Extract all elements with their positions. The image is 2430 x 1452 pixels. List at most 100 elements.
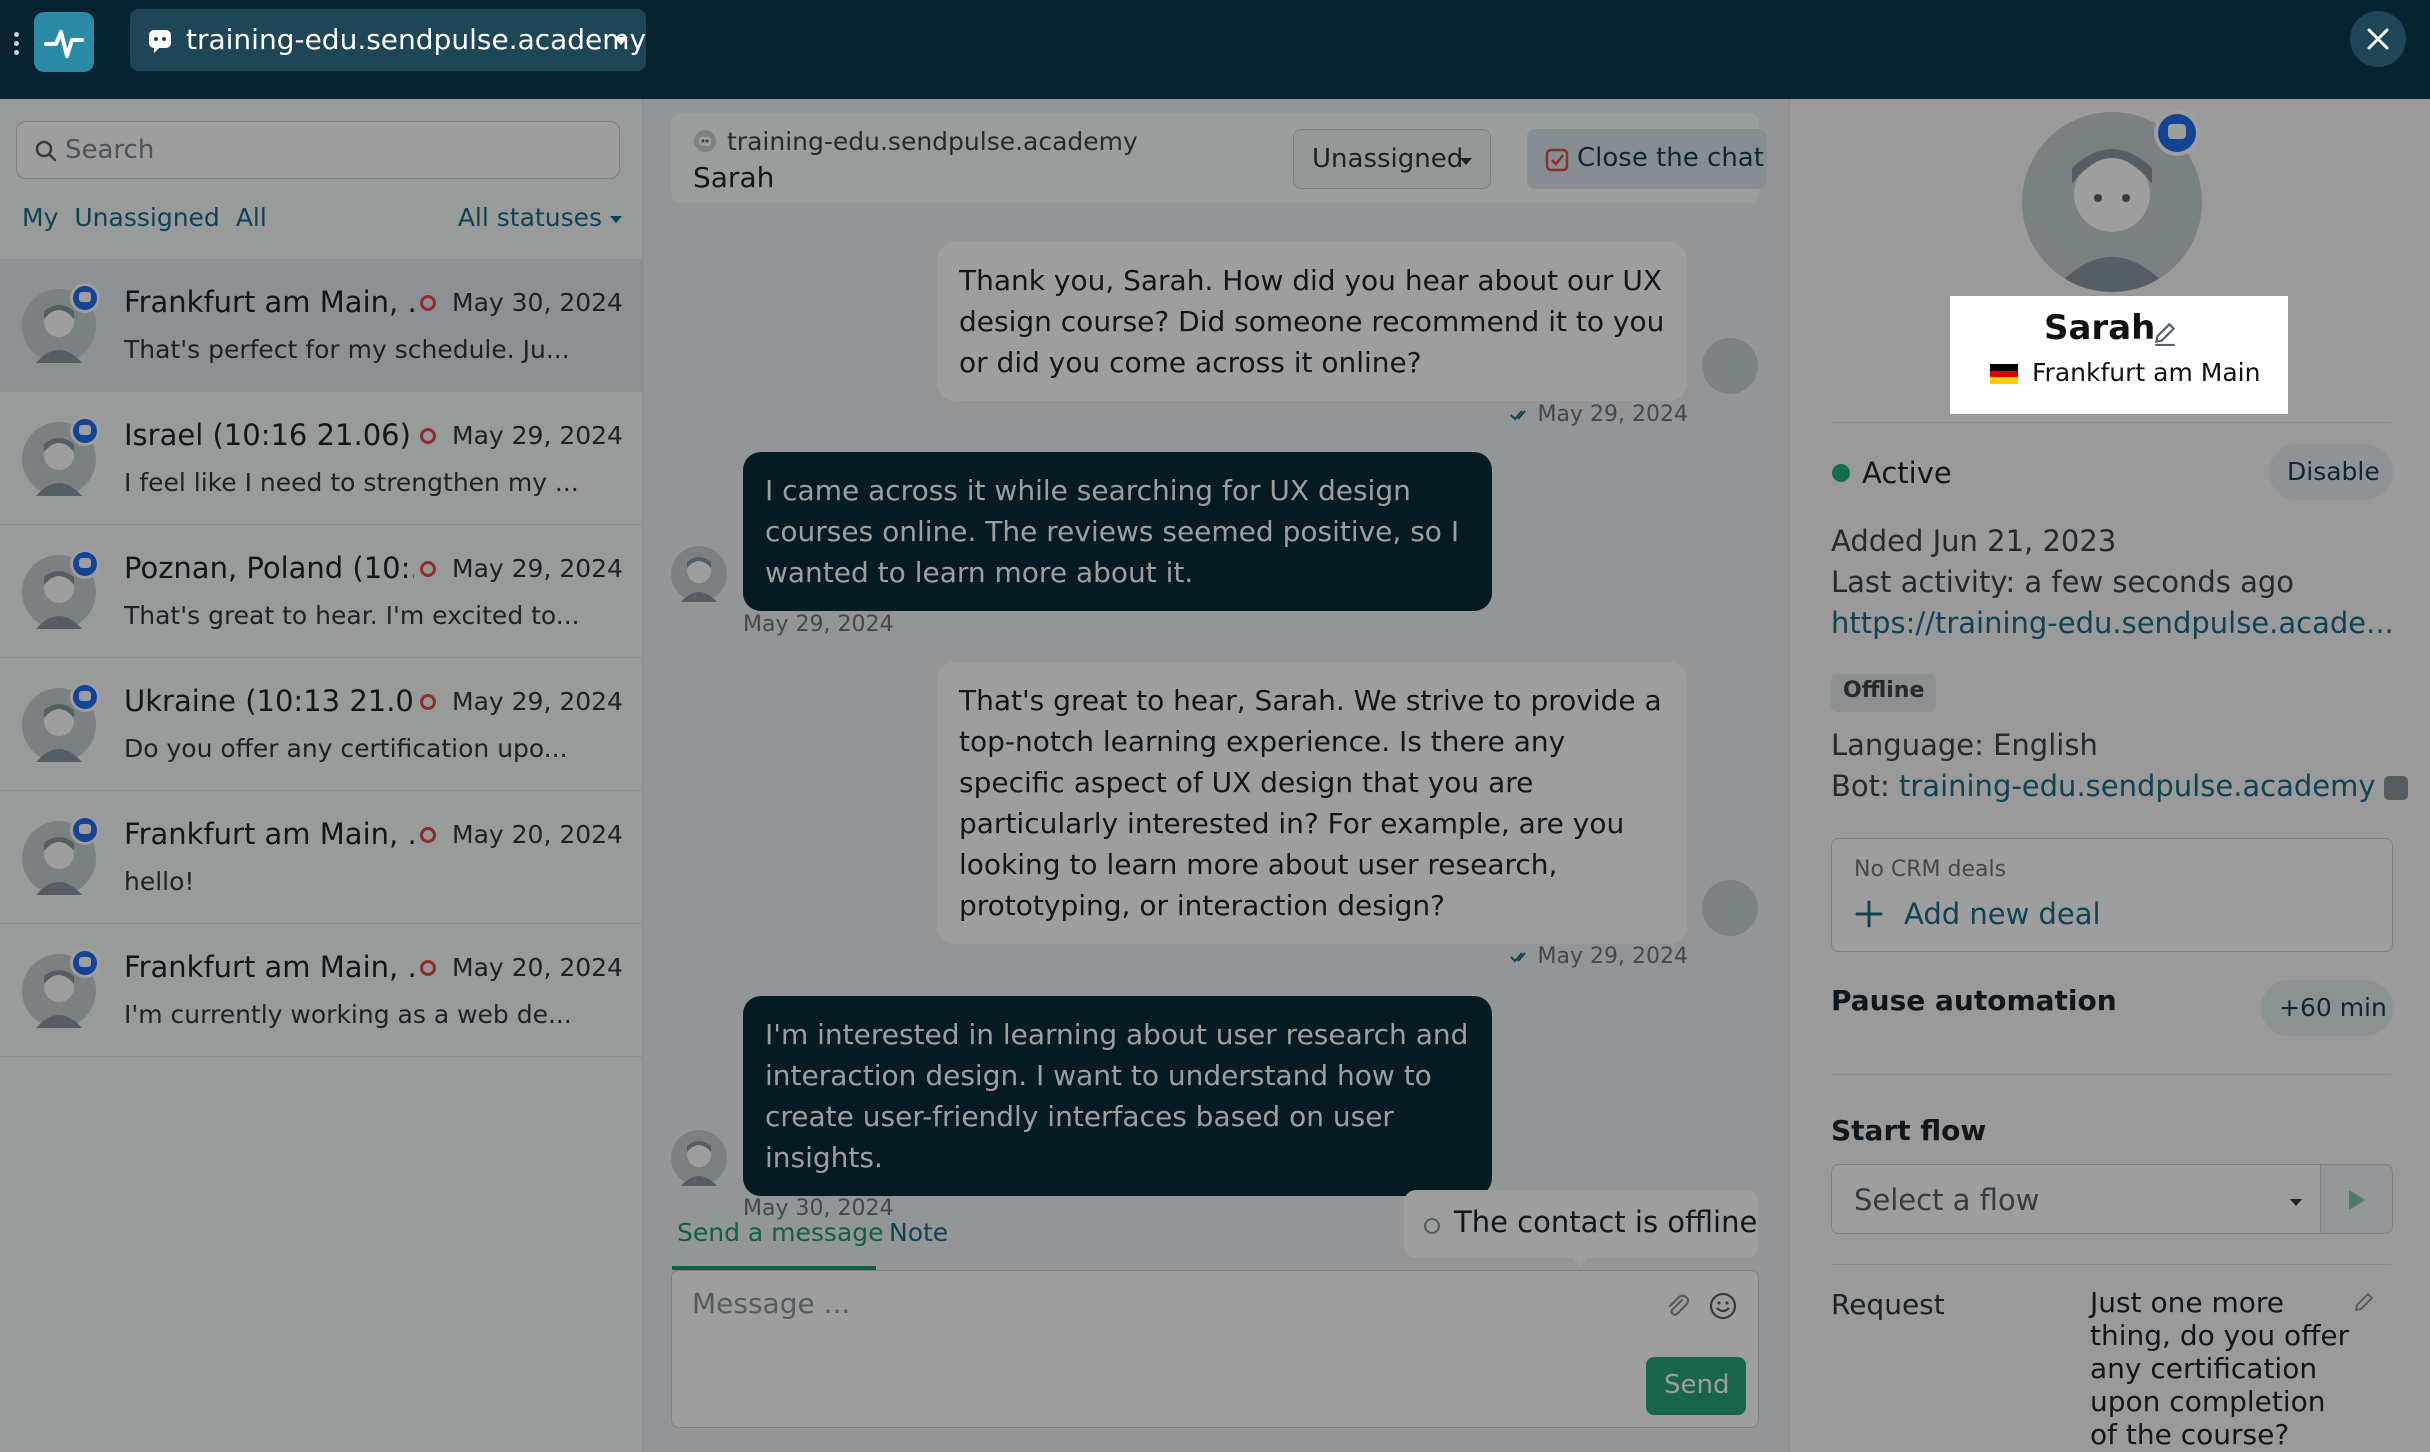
bot-selector[interactable]: training-edu.sendpulse.academy (130, 9, 646, 71)
agent-avatar (1702, 880, 1758, 936)
pencil-icon[interactable] (2352, 1290, 2376, 1314)
chat-date: May 29, 2024 (452, 554, 623, 583)
chevron-down-icon (610, 215, 622, 223)
double-check-icon (1509, 952, 1526, 963)
menu-dots-icon[interactable] (10, 28, 22, 68)
contact-name-card: Sarah Frankfurt am Main (1950, 296, 2288, 414)
pause-60-button[interactable]: +60 min (2261, 980, 2393, 1036)
tooltip-arrow (1570, 1256, 1590, 1266)
chat-title: Ukraine (10:13 21.06) (124, 684, 414, 718)
double-check-icon (1509, 410, 1526, 421)
close-chat-button[interactable]: Close the chat (1527, 129, 1767, 189)
assign-dropdown[interactable]: Unassigned (1293, 129, 1491, 189)
message-time-text: May 29, 2024 (1537, 402, 1688, 427)
flow-select-dropdown[interactable]: Select a flow (1831, 1164, 2321, 1234)
bot-prefix: Bot: (1831, 769, 1899, 803)
offline-status-icon (420, 694, 436, 710)
pencil-icon[interactable] (2152, 320, 2178, 346)
status-filter-label: All statuses (457, 203, 602, 232)
flow-select-value: Select a flow (1854, 1183, 2040, 1217)
message-time: May 29, 2024 (743, 612, 894, 637)
filter-all[interactable]: All (236, 203, 267, 232)
message-bubble-incoming: That's great to hear, Sarah. We strive t… (937, 662, 1687, 944)
pulse-logo-icon[interactable] (34, 12, 94, 72)
filter-unassigned[interactable]: Unassigned (74, 203, 219, 232)
channel-badge-icon (70, 549, 100, 579)
paperclip-icon[interactable] (1662, 1291, 1692, 1321)
request-label: Request (1831, 1288, 1945, 1321)
chat-preview: I feel like I need to strengthen my ... (124, 468, 579, 497)
search-box[interactable] (16, 121, 620, 179)
chat-bubble-icon (149, 30, 171, 53)
chat-filters: My Unassigned All (22, 203, 283, 232)
bot-name: training-edu.sendpulse.academy (186, 23, 647, 56)
chat-list-item[interactable]: Frankfurt am Main, ... May 30, 2024 That's… (0, 259, 642, 392)
chevron-down-icon (1460, 158, 1472, 165)
send-button[interactable]: Send (1646, 1357, 1746, 1415)
chat-title: Frankfurt am Main, ... (124, 285, 414, 319)
chat-date: May 29, 2024 (452, 421, 623, 450)
header-contact-name: Sarah (693, 161, 775, 194)
close-chat-label: Close the chat (1577, 143, 1764, 173)
active-status-dot (1832, 464, 1850, 482)
search-input[interactable] (65, 130, 605, 170)
chat-list-item[interactable]: Israel (10:16 21.06) May 29, 2024 I feel l… (0, 392, 642, 525)
chat-list-item[interactable]: Poznan, Poland (10:... May 29, 2024 That's… (0, 525, 642, 658)
request-value: Just one more thing, do you offer any ce… (2090, 1286, 2350, 1451)
pause-60-label: +60 min (2279, 993, 2387, 1022)
bot-icon (694, 130, 716, 152)
add-deal-link[interactable]: Add new deal (1904, 897, 2101, 931)
bot-link[interactable]: training-edu.sendpulse.academy (1899, 769, 2376, 803)
bot-info: Bot: training-edu.sendpulse.academy (1831, 769, 2408, 803)
chat-preview: Do you offer any certification upo... (124, 734, 568, 763)
divider (1831, 1074, 2391, 1075)
offline-status-icon (420, 827, 436, 843)
send-label: Send (1664, 1370, 1730, 1400)
chat-list-item[interactable]: Ukraine (10:13 21.06) May 29, 2024 Do you … (0, 658, 642, 791)
chat-list-item[interactable]: Frankfurt am Main, ... May 20, 2024 I'm cu… (0, 924, 642, 1057)
close-button[interactable] (2350, 11, 2406, 67)
chat-title: Frankfurt am Main, ... (124, 817, 414, 851)
chat-title: Frankfurt am Main, ... (124, 950, 414, 984)
filter-my[interactable]: My (22, 203, 58, 232)
tab-note[interactable]: Note (889, 1218, 948, 1247)
channel-badge-icon (70, 948, 100, 978)
last-activity: Last activity: a few seconds ago (1831, 565, 2295, 599)
divider (1831, 422, 2391, 423)
chat-preview: hello! (124, 867, 195, 896)
chat-date: May 20, 2024 (452, 953, 623, 982)
start-flow-button[interactable] (2321, 1164, 2393, 1234)
offline-status-icon (420, 561, 436, 577)
disable-button[interactable]: Disable (2269, 444, 2393, 500)
language: Language: English (1831, 728, 2098, 762)
chevron-down-icon (614, 37, 628, 45)
contact-status: Active (1862, 456, 1952, 490)
message-bubble-outgoing: I came across it while searching for UX … (743, 452, 1492, 611)
chat-title: Poznan, Poland (10:... (124, 551, 414, 585)
status-filter-dropdown[interactable]: All statuses (458, 203, 622, 232)
conversation-header: training-edu.sendpulse.academy Sarah Una… (671, 113, 1767, 203)
pause-automation-label: Pause automation (1831, 984, 2117, 1017)
channel-badge-icon (2154, 110, 2200, 156)
germany-flag-icon (1990, 364, 2018, 384)
no-crm-deals: No CRM deals (1854, 857, 2007, 882)
offline-status-icon (420, 428, 436, 444)
contact-city: Frankfurt am Main (2032, 358, 2261, 387)
chat-list-item[interactable]: Frankfurt am Main, ... May 20, 2024 hello! (0, 791, 642, 924)
user-avatar-icon (671, 1130, 727, 1186)
play-icon (2349, 1190, 2365, 1210)
chat-preview: I'm currently working as a web de... (124, 1000, 572, 1029)
channel-badge-icon (70, 682, 100, 712)
emoji-icon[interactable] (1708, 1291, 1738, 1321)
message-input[interactable] (692, 1287, 1592, 1347)
contact-url-link[interactable]: https://training-edu.sendpulse.acade... (1831, 606, 2394, 640)
close-icon (2367, 28, 2389, 50)
message-time: May 29, 2024 (1496, 402, 1688, 427)
chevron-down-icon (2290, 1199, 2302, 1206)
message-composer: Send (671, 1270, 1759, 1428)
tab-send-message[interactable]: Send a message (677, 1218, 884, 1247)
chat-date: May 20, 2024 (452, 820, 623, 849)
message-time: May 29, 2024 (1496, 944, 1688, 969)
offline-dot-icon (1424, 1218, 1440, 1234)
message-bubble-outgoing: I'm interested in learning about user re… (743, 996, 1492, 1196)
